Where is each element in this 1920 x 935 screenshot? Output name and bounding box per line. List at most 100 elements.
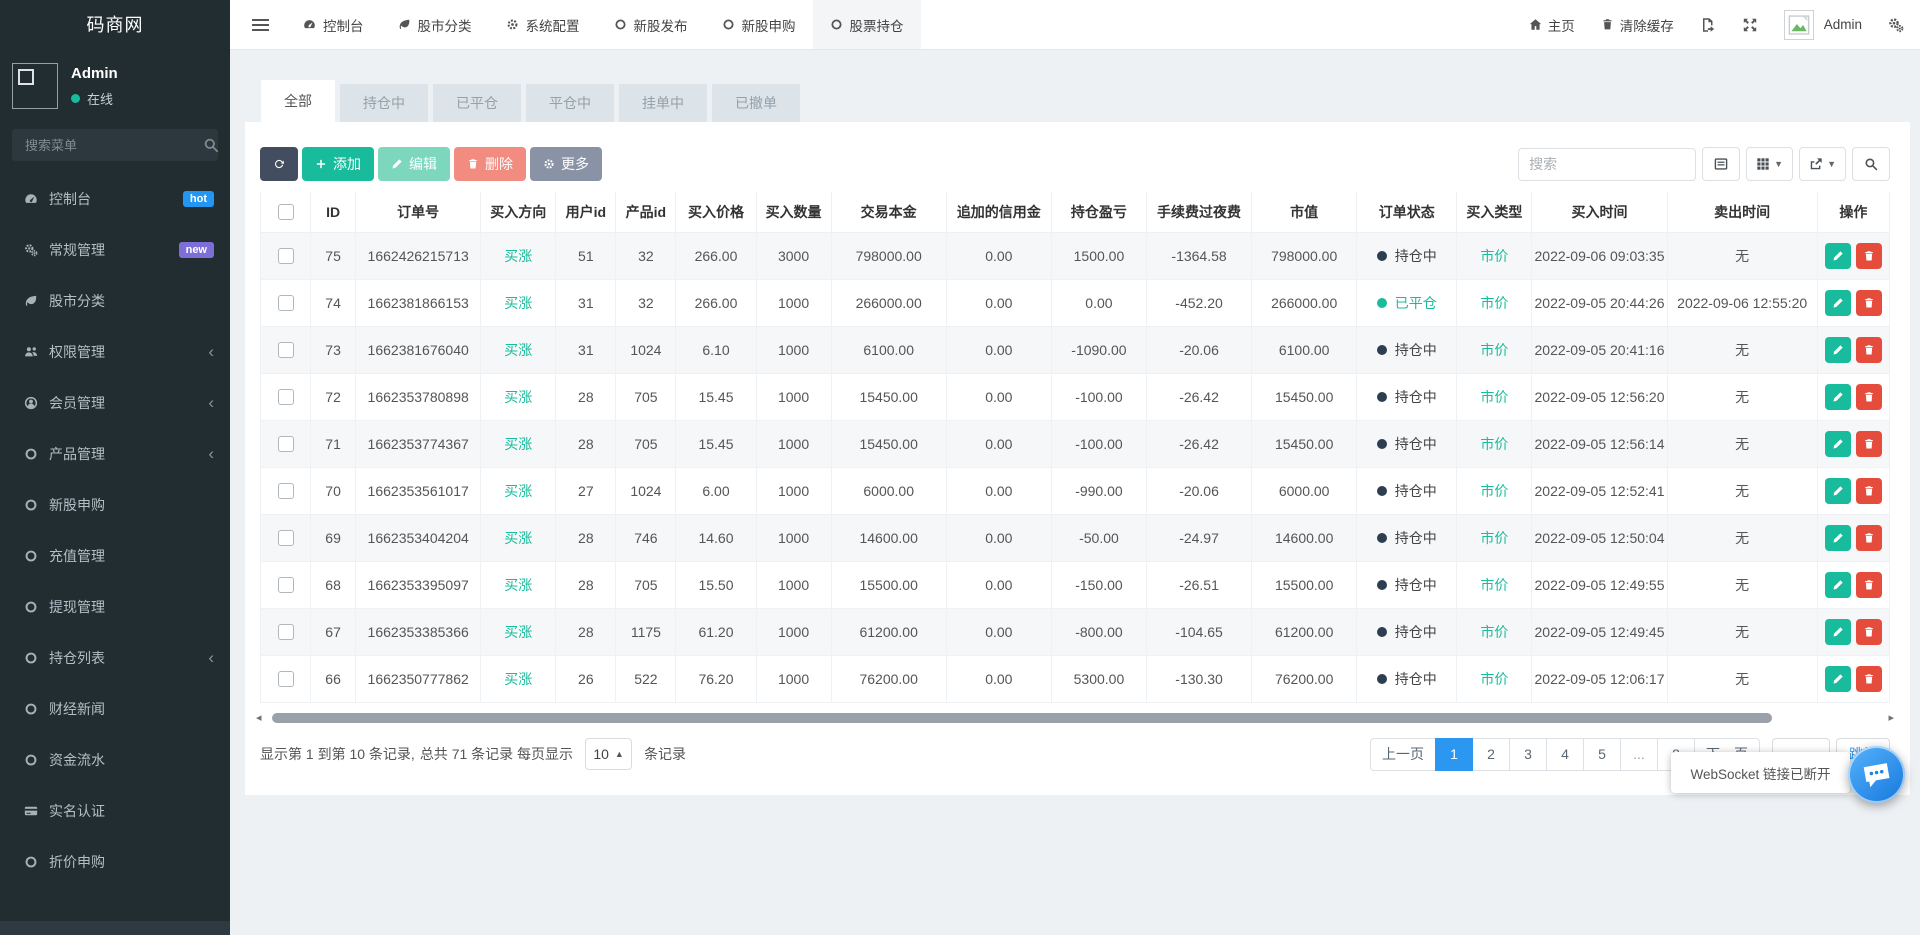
refresh-button[interactable] <box>260 147 298 181</box>
row-checkbox[interactable] <box>278 436 294 452</box>
clear-cache-link[interactable]: 清除缓存 <box>1601 15 1674 35</box>
page-button-5[interactable]: 5 <box>1583 738 1621 771</box>
row-delete-button[interactable] <box>1856 431 1882 457</box>
cell-user_id: 31 <box>556 279 616 326</box>
page-button-1[interactable]: 1 <box>1435 738 1473 771</box>
page-size-select[interactable]: 10 ▲ <box>585 738 632 770</box>
sidebar-item-财经新闻[interactable]: 财经新闻 <box>0 683 230 734</box>
row-checkbox[interactable] <box>278 624 294 640</box>
row-delete-button[interactable] <box>1856 243 1882 269</box>
sidebar-item-资金流水[interactable]: 资金流水 <box>0 734 230 785</box>
row-checkbox[interactable] <box>278 530 294 546</box>
add-button[interactable]: 添加 <box>302 147 374 181</box>
row-checkbox[interactable] <box>278 671 294 687</box>
scrollbar-thumb[interactable] <box>272 713 1772 723</box>
row-delete-button[interactable] <box>1856 290 1882 316</box>
select-all-checkbox[interactable] <box>278 204 294 220</box>
refresh-page-icon[interactable] <box>1700 17 1716 33</box>
row-edit-button[interactable] <box>1825 243 1851 269</box>
row-checkbox[interactable] <box>278 295 294 311</box>
toggle-view-button[interactable] <box>1702 147 1740 181</box>
row-delete-button[interactable] <box>1856 384 1882 410</box>
filter-tab-已平仓[interactable]: 已平仓 <box>433 84 521 122</box>
columns-dropdown-button[interactable]: ▼ <box>1746 147 1793 181</box>
hamburger-menu-icon[interactable] <box>230 0 286 49</box>
row-edit-button[interactable] <box>1825 619 1851 645</box>
sidebar-item-持仓列表[interactable]: 持仓列表 ‹ <box>0 632 230 683</box>
filter-tab-已撤单[interactable]: 已撤单 <box>712 84 800 122</box>
home-link[interactable]: 主页 <box>1529 15 1575 35</box>
cell-principal: 15500.00 <box>831 561 946 608</box>
gear-icon <box>543 158 555 170</box>
sidebar-item-新股申购[interactable]: 新股申购 <box>0 479 230 530</box>
chat-bubble-button[interactable] <box>1848 746 1905 803</box>
row-edit-button[interactable] <box>1825 478 1851 504</box>
cell-order_no: 1662353561017 <box>356 467 481 514</box>
navbar-tab-股市分类[interactable]: 股市分类 <box>381 0 489 49</box>
sidebar-item-股市分类[interactable]: 股市分类 <box>0 275 230 326</box>
row-checkbox[interactable] <box>278 342 294 358</box>
sidebar-item-产品管理[interactable]: 产品管理 ‹ <box>0 428 230 479</box>
header-select-all <box>261 192 311 232</box>
navbar-tab-股票持仓[interactable]: 股票持仓 <box>813 0 921 49</box>
export-dropdown-button[interactable]: ▼ <box>1799 147 1846 181</box>
user-avatar[interactable] <box>12 63 58 109</box>
delete-button[interactable]: 删除 <box>454 147 526 181</box>
scroll-right-arrow-icon[interactable]: ▸ <box>1888 712 1894 724</box>
row-delete-button[interactable] <box>1856 666 1882 692</box>
row-edit-button[interactable] <box>1825 290 1851 316</box>
row-edit-button[interactable] <box>1825 525 1851 551</box>
row-delete-button[interactable] <box>1856 619 1882 645</box>
row-checkbox[interactable] <box>278 577 294 593</box>
prev-page-button[interactable]: 上一页 <box>1370 738 1436 771</box>
row-delete-button[interactable] <box>1856 525 1882 551</box>
search-toggle-button[interactable] <box>1852 147 1890 181</box>
sidebar-item-会员管理[interactable]: 会员管理 ‹ <box>0 377 230 428</box>
cell-principal: 61200.00 <box>831 608 946 655</box>
page-button-4[interactable]: 4 <box>1546 738 1584 771</box>
table-search-input[interactable] <box>1518 148 1696 181</box>
settings-cogs-icon[interactable] <box>1888 17 1904 33</box>
sidebar-item-控制台[interactable]: 控制台 hot <box>0 173 230 224</box>
sidebar-item-提现管理[interactable]: 提现管理 <box>0 581 230 632</box>
navbar-tab-系统配置[interactable]: 系统配置 <box>489 0 597 49</box>
navbar-tab-控制台[interactable]: 控制台 <box>286 0 381 49</box>
cell-product_id: 705 <box>616 420 676 467</box>
sidebar-search-input[interactable] <box>23 137 203 154</box>
navbar-tab-新股申购[interactable]: 新股申购 <box>705 0 813 49</box>
sidebar-item-实名认证[interactable]: 实名认证 <box>0 785 230 836</box>
sidebar-item-权限管理[interactable]: 权限管理 ‹ <box>0 326 230 377</box>
sidebar-item-常规管理[interactable]: 常规管理 new <box>0 224 230 275</box>
row-delete-button[interactable] <box>1856 572 1882 598</box>
row-edit-button[interactable] <box>1825 337 1851 363</box>
more-button[interactable]: 更多 <box>530 147 602 181</box>
filter-tab-全部[interactable]: 全部 <box>261 80 335 122</box>
user-status: 在线 <box>71 89 118 108</box>
page-button-2[interactable]: 2 <box>1472 738 1510 771</box>
row-edit-button[interactable] <box>1825 666 1851 692</box>
row-delete-button[interactable] <box>1856 478 1882 504</box>
row-edit-button[interactable] <box>1825 431 1851 457</box>
fullscreen-icon[interactable] <box>1742 17 1758 33</box>
row-edit-button[interactable] <box>1825 384 1851 410</box>
sidebar-search <box>12 129 218 161</box>
row-edit-button[interactable] <box>1825 572 1851 598</box>
row-checkbox[interactable] <box>278 389 294 405</box>
edit-button[interactable]: 编辑 <box>378 147 450 181</box>
filter-tab-持仓中[interactable]: 持仓中 <box>340 84 428 122</box>
sidebar-bottom-bar[interactable] <box>0 921 230 935</box>
user-menu[interactable]: Admin <box>1784 10 1862 40</box>
navbar-tab-新股发布[interactable]: 新股发布 <box>597 0 705 49</box>
row-checkbox[interactable] <box>278 248 294 264</box>
sidebar-item-充值管理[interactable]: 充值管理 <box>0 530 230 581</box>
scroll-left-arrow-icon[interactable]: ◂ <box>256 712 262 724</box>
cell-principal: 266000.00 <box>831 279 946 326</box>
row-delete-button[interactable] <box>1856 337 1882 363</box>
filter-tab-平仓中[interactable]: 平仓中 <box>526 84 614 122</box>
sidebar-item-折价申购[interactable]: 折价申购 <box>0 836 230 887</box>
cell-credit: 0.00 <box>946 279 1051 326</box>
filter-tab-挂单中[interactable]: 挂单中 <box>619 84 707 122</box>
page-button-3[interactable]: 3 <box>1509 738 1547 771</box>
circle-icon <box>614 18 627 31</box>
row-checkbox[interactable] <box>278 483 294 499</box>
